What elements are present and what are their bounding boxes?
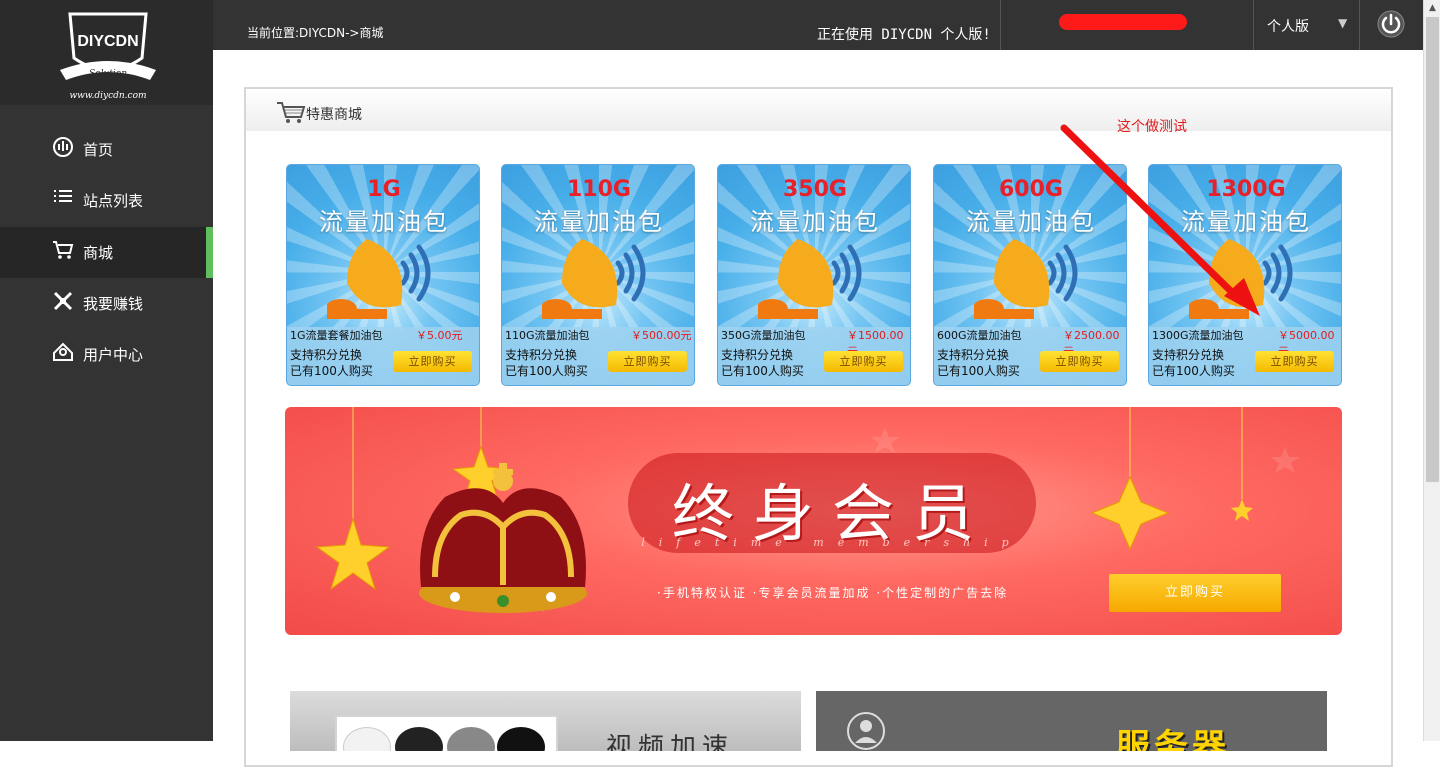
package-name: 110G流量加油包 [505,329,590,342]
buyer-count: 已有100人购买 [937,364,1020,378]
package-price: ￥5.00元 [416,329,463,342]
sidebar-item-site-list[interactable]: 站点列表 [0,175,213,226]
home-icon [53,137,73,157]
server-text: 服务器 [1116,727,1230,751]
top-bar: 当前位置:DIYCDN->商城 正在使用 DIYCDN 个人版! 个人版 ▼ [213,0,1423,50]
logo-ribbon-text: Solution [89,69,127,79]
package-price: ￥500.00元 [631,329,692,342]
divider [1359,0,1360,50]
package-subtitle: 流量加油包 [319,208,449,236]
panel-title: 特惠商城 [306,107,362,123]
package-size: 1G [367,177,401,202]
buyer-count: 已有100人购买 [721,364,804,378]
diycdn-logo: DIYCDN Solution www.diycdn.com [60,12,156,101]
package-name: 600G流量加油包 [937,329,1022,342]
package-subtitle: 流量加油包 [534,208,664,236]
video-acceleration-promo[interactable]: 视频加速 [290,691,801,751]
points-exchange-note: 支持积分兑换 [937,348,1010,362]
package-card[interactable]: 350G 流量加油包 350G流量加油包 ￥1500.00元 支持积分兑换 已有… [717,164,911,386]
usage-status-text: 正在使用 DIYCDN 个人版! [817,27,991,43]
video-thumbnail-strip [335,715,558,751]
satellite-dish-icon [327,239,431,319]
package-card[interactable]: 110G 流量加油包 110G流量加油包 ￥500.00元 支持积分兑换 已有1… [501,164,695,386]
cart-icon [53,241,74,259]
shopping-cart-icon [277,102,306,123]
buy-now-button[interactable]: 立即购买 [824,351,903,372]
video-acceleration-text: 视频加速 [606,733,735,751]
package-card[interactable]: 1G 流量加油包 1G流量套餐加油包 ￥5.00元 支持积分兑换 已有100人购… [286,164,480,386]
satellite-dish-icon [542,239,646,319]
logo[interactable]: DIYCDN Solution www.diycdn.com [0,0,213,105]
chevron-down-icon: ▼ [1338,16,1348,30]
package-name: 350G流量加油包 [721,329,806,342]
buy-now-button[interactable]: 立即购买 [608,351,687,372]
list-icon [54,190,72,202]
logo-text: DIYCDN [77,33,138,50]
membership-features: ·手机特权认证 ·专享会员流量加成 ·个性定制的广告去除 [657,586,1009,600]
package-name: 1300G流量加油包 [1152,329,1244,342]
scroll-up-arrow-icon[interactable]: ▲ [1424,0,1440,17]
divider [1000,0,1001,50]
buyer-count: 已有100人购买 [505,364,588,378]
earn-icon [53,291,73,311]
sidebar-item-home[interactable]: 首页 [0,124,213,175]
lifetime-membership-banner[interactable]: 终身会员 lifetime membership ·手机特权认证 ·专享会员流量… [285,407,1342,635]
logo-url: www.diycdn.com [69,91,146,101]
sidebar-item-mall[interactable]: 商城 [0,227,213,278]
package-subtitle: 流量加油包 [750,208,880,236]
buy-now-button[interactable]: 立即购买 [1255,351,1334,372]
package-name: 1G流量套餐加油包 [290,329,383,342]
breadcrumb: 当前位置:DIYCDN->商城 [247,26,384,40]
membership-buy-button[interactable]: 立即购买 [1109,574,1281,612]
buyer-count: 已有100人购买 [290,364,373,378]
version-select[interactable]: 个人版 ▼ [1254,0,1360,50]
sidebar-item-label: 站点列表 [83,192,144,210]
sidebar-item-earn[interactable]: 我要赚钱 [0,278,213,329]
version-select-label: 个人版 [1267,19,1309,35]
sidebar: DIYCDN Solution www.diycdn.com 首页 站点列表 商… [0,0,213,741]
power-icon[interactable] [1376,9,1406,39]
user-center-icon [53,342,73,361]
points-exchange-note: 支持积分兑换 [290,348,363,362]
sidebar-item-label: 商城 [83,244,114,262]
user-icon [847,712,885,750]
buy-now-button[interactable]: 立即购买 [393,351,472,372]
buyer-count: 已有100人购买 [1152,364,1235,378]
server-promo[interactable]: 服务器 [816,691,1327,751]
points-exchange-note: 支持积分兑换 [505,348,578,362]
scroll-thumb[interactable] [1426,17,1439,482]
sidebar-item-label: 用户中心 [83,346,144,364]
username-redaction [1059,14,1187,30]
sidebar-item-label: 首页 [83,141,114,159]
points-exchange-note: 支持积分兑换 [1152,348,1225,362]
sidebar-item-label: 我要赚钱 [83,295,144,313]
buy-now-button[interactable]: 立即购买 [1040,351,1119,372]
scrollbar[interactable]: ▲ [1423,0,1440,741]
points-exchange-note: 支持积分兑换 [721,348,794,362]
satellite-dish-icon [758,239,862,319]
package-size: 110G [567,177,631,202]
package-size: 350G [783,177,847,202]
membership-subtitle: lifetime membership [641,536,1023,549]
sidebar-item-user-center[interactable]: 用户中心 [0,329,213,380]
annotation-arrow-icon [1060,124,1260,316]
